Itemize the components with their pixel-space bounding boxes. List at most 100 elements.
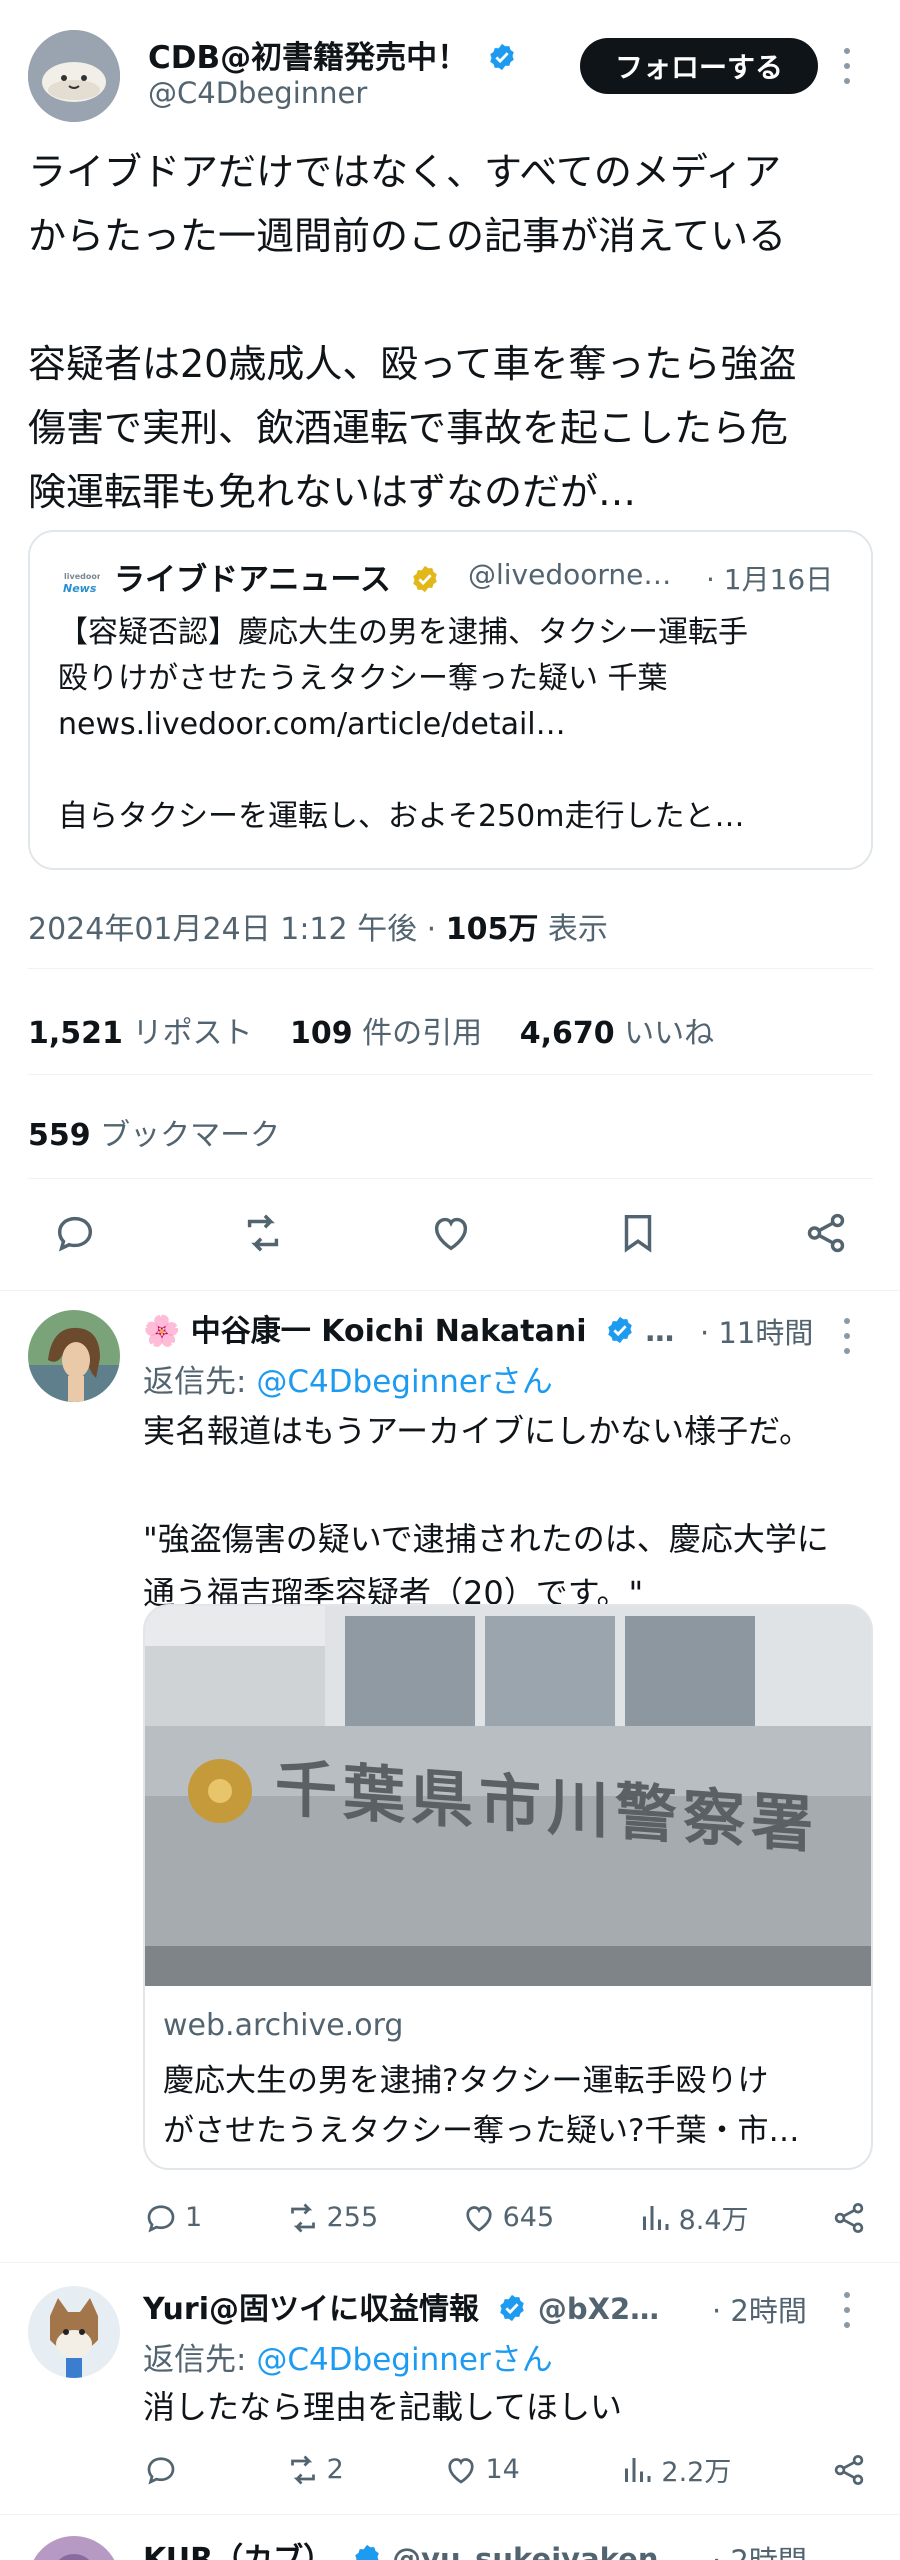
reply-author-name[interactable]: 🌸 中谷康一 Koichi Nakatani …: [143, 1306, 674, 1350]
share-icon[interactable]: [803, 1210, 849, 1256]
quotes-stat[interactable]: 109 件の引用: [290, 1016, 510, 1051]
link-preview-card[interactable]: 千葉県市川警察署 web.archive.org 慶応大生の男を逮捕?タクシー運…: [143, 1604, 873, 2170]
verified-gold-badge-icon: [412, 565, 437, 593]
quotes-count: 109: [290, 1016, 353, 1051]
reposts-label: リポスト: [122, 1016, 253, 1051]
divider: [0, 1290, 900, 1291]
author-name[interactable]: CDB@初書籍発売中！: [148, 32, 517, 77]
views-count: 105万: [445, 912, 539, 947]
engagement-stats: 1,521 リポスト 109 件の引用 4,670 いいね: [28, 1008, 742, 1052]
reply-time[interactable]: · 2時間: [712, 2288, 807, 2330]
more-icon[interactable]: [838, 48, 856, 84]
repost-icon[interactable]: [240, 1210, 286, 1256]
views-button[interactable]: 8.4万: [637, 2198, 749, 2237]
follow-button[interactable]: フォローする: [580, 38, 818, 94]
like-button[interactable]: 645: [461, 2200, 555, 2236]
reply-author-handle: @yu_sukeiyaken: [392, 2542, 659, 2560]
views-label: 表示: [538, 912, 608, 947]
like-button[interactable]: 14: [443, 2452, 520, 2488]
tweet-text: ライブドアだけではなく、すべてのメディア からたった一週間前のこの記事が消えてい…: [28, 150, 797, 514]
like-icon: [466, 2205, 492, 2232]
reply-button[interactable]: 1: [143, 2200, 202, 2236]
svg-text:News: News: [63, 582, 97, 595]
more-icon[interactable]: [838, 1318, 856, 1354]
reply-to-line: 返信先: @C4Dbeginnerさん: [143, 1356, 553, 1401]
like-icon: [448, 2457, 475, 2484]
reply-to-line: 返信先: @C4Dbeginnerさん: [143, 2334, 553, 2379]
views-button[interactable]: 2.2万: [619, 2450, 731, 2489]
timestamp[interactable]: 2024年01月24日 1:12 午後 ·: [28, 912, 446, 947]
tweet-action-bar: [28, 1200, 873, 1266]
reply-to-prefix: 返信先:: [143, 1364, 257, 1400]
divider: [28, 968, 873, 969]
likes-stat[interactable]: 4,670 いいね: [520, 1016, 742, 1051]
divider: [28, 1178, 873, 1179]
verified-badge-icon: [608, 1316, 632, 1344]
share-icon: [834, 2454, 864, 2485]
verified-badge-icon: [490, 43, 514, 71]
quote-date: · 1月16日: [706, 563, 834, 596]
author-handle[interactable]: @C4Dbeginner: [148, 76, 367, 110]
reply-author-name-text: Yuri@固ツイに収益情報: [143, 2292, 479, 2327]
reposts-count: 1,521: [28, 1016, 123, 1051]
reply-avatar[interactable]: [28, 2536, 120, 2560]
card-title: 慶応大生の男を逮捕?タクシー運転手殴りけ がさせたうえタクシー奪った疑い?千葉・…: [163, 2063, 800, 2149]
quotes-label: 件の引用: [352, 1016, 483, 1051]
repost-count: 2: [326, 2454, 344, 2485]
reply-count: 1: [185, 2202, 203, 2233]
reply-action-bar: 1 255 645 8.4万: [143, 2198, 873, 2237]
more-icon[interactable]: [838, 2292, 856, 2328]
reply-author-name[interactable]: KUR（カブ） @yu_sukeiyaken: [143, 2534, 658, 2560]
livedoor-news-logo: livedoor News: [60, 562, 101, 602]
reply-author-handle: @bX2…: [537, 2292, 660, 2326]
reply-icon: [147, 2204, 175, 2232]
reply-icon: [147, 2456, 175, 2484]
bookmarks-count: 559: [28, 1118, 91, 1153]
tweet-timestamp-views: 2024年01月24日 1:12 午後 · 105万 表示: [28, 904, 608, 948]
reply-text: 実名報道はもうアーカイブにしかない様子だ。 "強盗傷害の疑いで逮捕されたのは、慶…: [143, 1412, 829, 1612]
quote-author-handle: @livedoorne…: [468, 558, 672, 591]
views-count: 2.2万: [661, 2457, 732, 2488]
reply-action-bar: 2 14 2.2万: [143, 2450, 873, 2489]
reply-avatar[interactable]: [28, 1310, 120, 1402]
reply-time[interactable]: · 2時間: [712, 2538, 807, 2560]
share-button[interactable]: [831, 2200, 873, 2236]
verified-badge-icon: [354, 2544, 379, 2560]
reply-author-name[interactable]: Yuri@固ツイに収益情報 @bX2…: [143, 2284, 659, 2328]
views-icon: [642, 2205, 669, 2230]
likes-count: 4,670: [519, 1016, 615, 1051]
card-domain: web.archive.org: [163, 2008, 404, 2043]
svg-text:livedoor: livedoor: [64, 572, 100, 581]
bookmark-icon[interactable]: [615, 1210, 661, 1256]
share-button[interactable]: [831, 2452, 873, 2488]
bookmarks-stat[interactable]: 559 ブックマーク: [28, 1110, 280, 1154]
repost-button[interactable]: 2: [285, 2452, 344, 2488]
quote-tweet-card[interactable]: livedoor News ライブドアニュース @livedoorne… · 1…: [28, 530, 873, 870]
likes-label: いいね: [614, 1016, 715, 1051]
repost-icon: [290, 2455, 315, 2484]
reposts-stat[interactable]: 1,521 リポスト: [28, 1016, 280, 1051]
views-icon: [625, 2457, 651, 2482]
like-count: 14: [485, 2454, 520, 2485]
like-icon[interactable]: [428, 1210, 474, 1256]
reply-icon[interactable]: [52, 1210, 98, 1256]
divider: [0, 2514, 900, 2515]
reply-time[interactable]: · 11時間: [700, 1310, 813, 1352]
reply-to-link[interactable]: @C4Dbeginnerさん: [256, 1364, 552, 1400]
author-name-text: CDB@初書籍発売中！: [148, 40, 469, 76]
repost-button[interactable]: 255: [285, 2200, 379, 2236]
author-avatar[interactable]: [28, 30, 120, 122]
quote-author-name-text: ライブドアニュース: [114, 562, 391, 598]
like-count: 645: [502, 2202, 555, 2233]
reply-button[interactable]: [143, 2452, 185, 2488]
reply-to-link[interactable]: @C4Dbeginnerさん: [256, 2342, 552, 2378]
repost-count: 255: [326, 2202, 379, 2233]
reply-avatar[interactable]: [28, 2286, 120, 2378]
verified-badge-icon: [500, 2294, 525, 2322]
reply-author-handle: …: [645, 1314, 675, 1348]
quote-text: 【容疑否認】慶応大生の男を逮捕、タクシー運転手 殴りけがさせたうえタクシー奪った…: [58, 615, 748, 834]
reply-text: 消したなら理由を記載してほしい: [143, 2388, 623, 2426]
share-icon: [834, 2202, 864, 2233]
reply-author-name-text: KUR（カブ）: [143, 2542, 334, 2560]
quote-author-name: ライブドアニュース: [114, 554, 440, 599]
